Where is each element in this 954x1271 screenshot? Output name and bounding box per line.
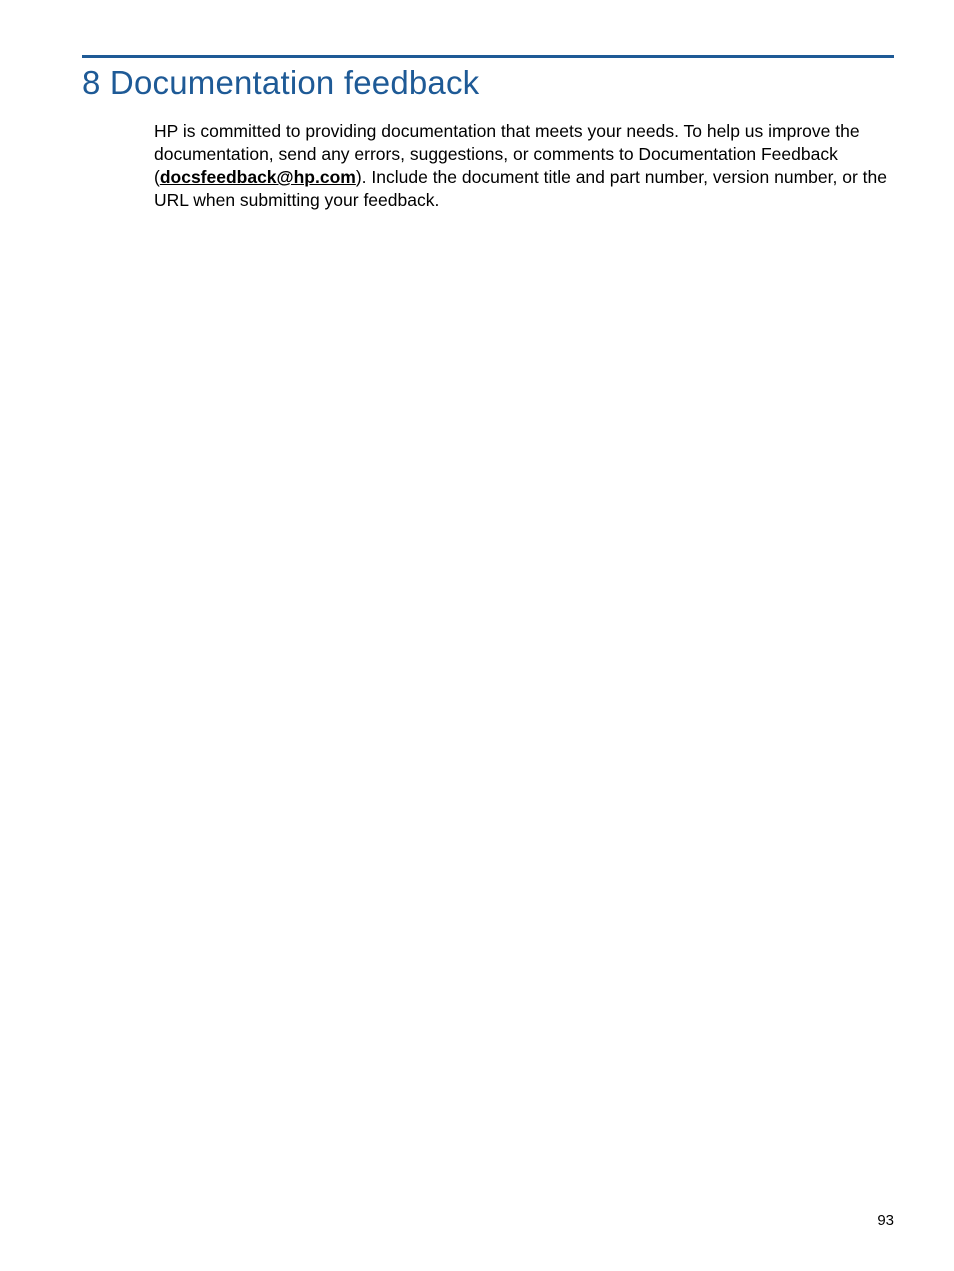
document-page: 8 Documentation feedback HP is committed…: [0, 0, 954, 212]
chapter-heading: 8 Documentation feedback: [82, 64, 894, 102]
heading-rule: [82, 55, 894, 58]
feedback-email-link[interactable]: docsfeedback@hp.com: [160, 167, 356, 187]
page-number: 93: [877, 1212, 894, 1229]
body-paragraph: HP is committed to providing documentati…: [154, 120, 894, 212]
